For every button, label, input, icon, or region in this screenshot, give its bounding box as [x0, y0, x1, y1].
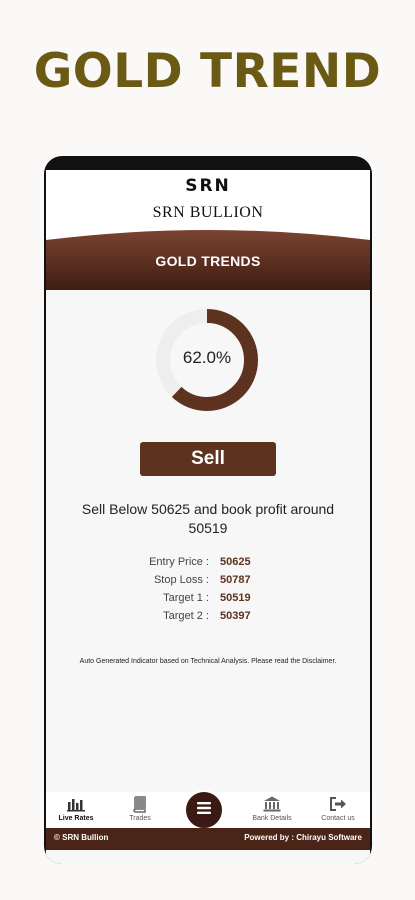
- confidence-value: 62.0%: [182, 348, 232, 367]
- nav-bank-details[interactable]: Bank Details: [242, 794, 302, 822]
- app-header: SRN SRN BULLION GOLD TRENDS: [46, 170, 370, 290]
- level-row-stop-loss: Stop Loss : 50787: [46, 574, 370, 592]
- level-label: Target 2 :: [163, 610, 209, 622]
- menu-button[interactable]: [184, 790, 224, 830]
- level-label: Target 1 :: [163, 592, 209, 604]
- level-value: 50787: [220, 574, 251, 586]
- copyright-text: © SRN Bullion: [54, 833, 109, 842]
- promo-headline: GOLD TREND: [33, 44, 382, 99]
- app-screen: SRN SRN BULLION GOLD TRENDS 62.0% Sell S…: [46, 170, 370, 864]
- nav-live-rates[interactable]: Live Rates: [46, 794, 106, 822]
- book-icon: [110, 794, 170, 814]
- powered-by-text: Powered by : Chirayu Software: [244, 833, 362, 842]
- level-label: Stop Loss :: [153, 574, 209, 586]
- brand-name: SRN BULLION: [152, 204, 264, 221]
- confidence-gauge: 62.0%: [153, 306, 261, 414]
- app-logo: SRN: [185, 176, 231, 196]
- nav-label: Contact us: [321, 815, 355, 822]
- level-value: 50519: [220, 592, 251, 604]
- level-row-target-2: Target 2 : 50397: [46, 610, 370, 628]
- sell-signal-button[interactable]: Sell: [140, 442, 276, 476]
- nav-contact-us[interactable]: Contact us: [308, 794, 368, 822]
- nav-trades[interactable]: Trades: [110, 794, 170, 822]
- nav-label: Bank Details: [252, 815, 292, 822]
- level-row-target-1: Target 1 : 50519: [46, 592, 370, 610]
- sign-out-icon: [308, 794, 368, 814]
- bank-icon: [242, 794, 302, 814]
- price-levels: Entry Price : 50625 Stop Loss : 50787 Ta…: [46, 556, 370, 628]
- signal-content: 62.0% Sell Sell Below 50625 and book pro…: [46, 288, 370, 798]
- menu-icon: [196, 801, 212, 820]
- level-value: 50625: [220, 556, 251, 568]
- nav-label: Trades: [129, 815, 151, 822]
- level-value: 50397: [220, 610, 251, 622]
- phone-frame: SRN SRN BULLION GOLD TRENDS 62.0% Sell S…: [44, 156, 372, 864]
- nav-label: Live Rates: [58, 815, 94, 822]
- disclaimer-text: Auto Generated Indicator based on Techni…: [79, 658, 337, 665]
- level-label: Entry Price :: [149, 556, 209, 568]
- page-title: GOLD TRENDS: [155, 253, 261, 269]
- bottom-nav: Live Rates Trades Bank Details Contact u…: [46, 790, 370, 830]
- app-footer: © SRN Bullion Powered by : Chirayu Softw…: [46, 828, 370, 850]
- level-row-entry: Entry Price : 50625: [46, 556, 370, 574]
- signal-advice: Sell Below 50625 and book profit around …: [81, 501, 335, 536]
- bar-chart-icon: [46, 794, 106, 814]
